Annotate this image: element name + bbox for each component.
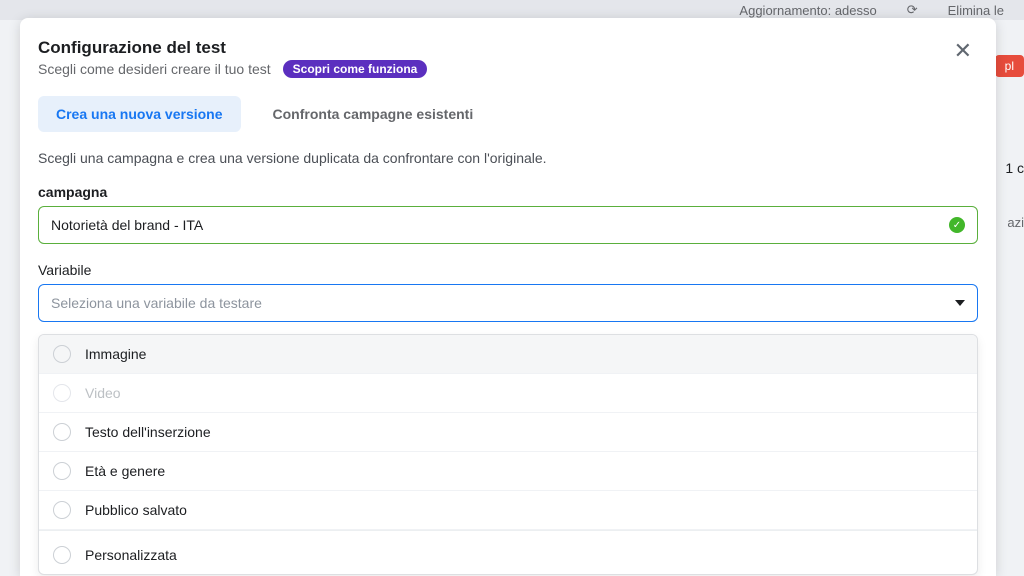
close-button[interactable]: ✕ (948, 38, 978, 64)
variable-option[interactable]: Pubblico salvato (39, 491, 977, 530)
variable-option[interactable]: Personalizzata (39, 536, 977, 574)
radio-icon (53, 423, 71, 441)
option-label: Personalizzata (85, 547, 177, 563)
option-label: Pubblico salvato (85, 502, 187, 518)
background-toolbar: Aggiornamento: adesso ⟳ Elimina le (0, 0, 1024, 20)
tab-compare-campaigns[interactable]: Confronta campagne esistenti (255, 96, 492, 132)
tabs: Crea una nuova versione Confronta campag… (38, 96, 978, 132)
test-config-modal: Configurazione del test Scegli come desi… (20, 18, 996, 576)
option-label: Testo dell'inserzione (85, 424, 211, 440)
variable-option[interactable]: Testo dell'inserzione (39, 413, 977, 452)
background-side: azi (1007, 215, 1024, 230)
subtitle-text: Scegli come desideri creare il tuo test (38, 61, 271, 77)
option-label: Età e genere (85, 463, 165, 479)
campaign-value: Notorietà del brand - ITA (51, 217, 203, 233)
variable-option: Video (39, 374, 977, 413)
modal-header: Configurazione del test Scegli come desi… (38, 38, 978, 78)
update-status: Aggiornamento: adesso (739, 3, 876, 18)
modal-subtitle: Scegli come desideri creare il tuo test … (38, 60, 427, 78)
option-label: Immagine (85, 346, 146, 362)
radio-icon (53, 501, 71, 519)
variable-option[interactable]: Età e genere (39, 452, 977, 491)
learn-how-link[interactable]: Scopri come funziona (283, 60, 428, 78)
campaign-select[interactable]: Notorietà del brand - ITA ✓ (38, 206, 978, 244)
variable-select[interactable]: Seleziona una variabile da testare (38, 284, 978, 322)
radio-icon (53, 345, 71, 363)
background-badge: pl (995, 55, 1024, 77)
background-count: 1 c (1005, 160, 1024, 176)
refresh-icon: ⟳ (907, 2, 918, 18)
delete-label: Elimina le (948, 3, 1004, 18)
check-icon: ✓ (949, 217, 965, 233)
modal-title: Configurazione del test (38, 38, 427, 58)
variable-option[interactable]: Immagine (39, 335, 977, 374)
instruction-text: Scegli una campagna e crea una versione … (38, 150, 978, 166)
radio-icon (53, 462, 71, 480)
variable-dropdown: Immagine Video Testo dell'inserzione Età e … (38, 334, 978, 575)
close-icon: ✕ (954, 38, 972, 63)
radio-icon (53, 384, 71, 402)
campaign-label: campagna (38, 184, 978, 200)
variable-placeholder: Seleziona una variabile da testare (51, 295, 262, 311)
radio-icon (53, 546, 71, 564)
option-label: Video (85, 385, 121, 401)
variable-label: Variabile (38, 262, 978, 278)
tab-create-version[interactable]: Crea una nuova versione (38, 96, 241, 132)
caret-down-icon (955, 300, 965, 306)
